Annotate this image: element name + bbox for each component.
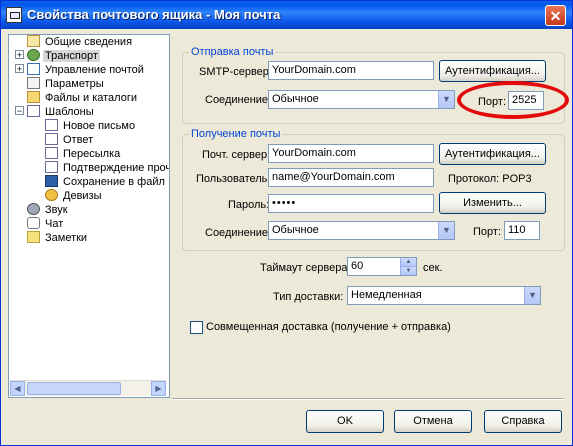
tree-item-save-to-file[interactable]: Сохранение в файл bbox=[45, 175, 167, 189]
tree-horizontal-scrollbar[interactable]: ◀ ▶ bbox=[10, 380, 166, 396]
window-title: Свойства почтового ящика - Моя почта bbox=[27, 7, 281, 22]
receive-auth-button[interactable]: Аутентификация... bbox=[439, 143, 546, 165]
chat-icon bbox=[27, 217, 40, 229]
receive-port-label: Порт: bbox=[473, 226, 501, 238]
send-connection-label: Соединение: bbox=[205, 94, 272, 106]
mailbox-icon bbox=[6, 7, 22, 23]
close-button[interactable]: ✕ bbox=[545, 5, 566, 26]
tree-item-transport[interactable]: Транспорт bbox=[27, 49, 100, 63]
smtp-server-input[interactable]: YourDomain.com bbox=[268, 61, 434, 80]
spin-down-icon[interactable]: ▼ bbox=[401, 266, 416, 275]
folder-icon bbox=[27, 91, 40, 103]
timeout-value: 60 bbox=[351, 260, 364, 272]
document-icon bbox=[45, 119, 58, 131]
document-icon bbox=[45, 147, 58, 159]
receive-group-title: Получение почты bbox=[189, 128, 283, 140]
title-bar[interactable]: Свойства почтового ящика - Моя почта ✕ bbox=[1, 1, 572, 29]
tree-item-notes[interactable]: Заметки bbox=[27, 231, 89, 245]
tree-item-reply[interactable]: Ответ bbox=[45, 133, 95, 147]
delivery-type-select[interactable]: Немедленная ▼ bbox=[347, 286, 541, 305]
document-icon bbox=[45, 161, 58, 173]
user-input[interactable]: name@YourDomain.com bbox=[268, 168, 434, 187]
ok-button[interactable]: OK bbox=[306, 410, 384, 433]
receive-connection-label: Соединение: bbox=[205, 227, 272, 239]
tree-item-parameters[interactable]: Параметры bbox=[27, 77, 106, 91]
receive-connection-value: Обычное bbox=[272, 224, 319, 236]
parameters-icon bbox=[27, 77, 40, 89]
tree-item-chat[interactable]: Чат bbox=[27, 217, 65, 231]
notes-icon bbox=[27, 231, 40, 243]
spin-up-icon[interactable]: ▲ bbox=[401, 258, 416, 266]
tree-item-sound[interactable]: Звук bbox=[27, 203, 70, 217]
password-label: Пароль: bbox=[228, 199, 270, 211]
chevron-down-icon[interactable]: ▼ bbox=[438, 91, 454, 108]
save-icon bbox=[45, 175, 58, 187]
tree-item-general[interactable]: Общие сведения bbox=[27, 35, 134, 49]
protocol-label: Протокол: POP3 bbox=[448, 173, 532, 185]
send-connection-select[interactable]: Обычное ▼ bbox=[268, 90, 455, 109]
document-icon bbox=[45, 133, 58, 145]
mail-server-label: Почт. сервер: bbox=[202, 149, 271, 161]
scroll-thumb[interactable] bbox=[27, 382, 121, 395]
cancel-button[interactable]: Отмена bbox=[394, 410, 472, 433]
scroll-right-icon[interactable]: ▶ bbox=[151, 381, 166, 396]
settings-tree[interactable]: + + − Общие сведения Транспорт Управлени… bbox=[8, 34, 170, 398]
user-label: Пользователь: bbox=[196, 173, 271, 185]
expand-transport-icon[interactable]: + bbox=[15, 50, 24, 60]
expand-mail-management-icon[interactable]: + bbox=[15, 64, 24, 74]
receive-connection-select[interactable]: Обычное ▼ bbox=[268, 221, 455, 240]
tree-item-templates[interactable]: Шаблоны bbox=[27, 105, 96, 119]
mail-server-input[interactable]: YourDomain.com bbox=[268, 144, 434, 163]
collapse-templates-icon[interactable]: − bbox=[15, 106, 24, 116]
tree-item-mottos[interactable]: Девизы bbox=[45, 189, 104, 203]
change-password-button[interactable]: Изменить... bbox=[439, 192, 546, 214]
delivery-type-label: Тип доставки: bbox=[273, 291, 344, 303]
smtp-server-label: SMTP-сервер: bbox=[199, 66, 272, 78]
templates-icon bbox=[27, 105, 40, 117]
delivery-type-value: Немедленная bbox=[351, 289, 422, 301]
tree-item-files-folders[interactable]: Файлы и каталоги bbox=[27, 91, 139, 105]
tree-item-mail-management[interactable]: Управление почтой bbox=[27, 63, 146, 77]
mottos-icon bbox=[45, 189, 58, 201]
speaker-icon bbox=[27, 203, 40, 215]
tree-item-new-message[interactable]: Новое письмо bbox=[45, 119, 137, 133]
tree-item-forward[interactable]: Пересылка bbox=[45, 147, 122, 161]
protocol-value: POP3 bbox=[502, 173, 532, 185]
mail-management-icon bbox=[27, 63, 40, 75]
bottom-separator bbox=[172, 398, 564, 400]
timeout-spinner[interactable]: 60 ▲ ▼ bbox=[347, 257, 417, 276]
combined-delivery-label[interactable]: Совмещенная доставка (получение + отправ… bbox=[206, 321, 451, 333]
send-port-input[interactable]: 2525 bbox=[508, 91, 544, 110]
password-input[interactable]: ••••• bbox=[268, 194, 434, 213]
combined-delivery-checkbox[interactable] bbox=[190, 321, 203, 334]
transport-icon bbox=[27, 49, 40, 61]
receive-port-input[interactable]: 110 bbox=[504, 221, 540, 240]
send-auth-button[interactable]: Аутентификация... bbox=[439, 60, 546, 82]
send-port-label: Порт: bbox=[478, 96, 506, 108]
timeout-label: Таймаут сервера: bbox=[260, 262, 351, 274]
help-button[interactable]: Справка bbox=[484, 410, 562, 433]
chevron-down-icon[interactable]: ▼ bbox=[524, 287, 540, 304]
tree-item-read-confirmation[interactable]: Подтверждение прочт bbox=[45, 161, 169, 175]
send-group-title: Отправка почты bbox=[189, 46, 276, 58]
spinner-buttons[interactable]: ▲ ▼ bbox=[400, 258, 416, 275]
send-connection-value: Обычное bbox=[272, 93, 319, 105]
folder-icon bbox=[27, 35, 40, 47]
properties-dialog: Свойства почтового ящика - Моя почта ✕ +… bbox=[0, 0, 573, 446]
timeout-unit: сек. bbox=[423, 262, 443, 274]
chevron-down-icon[interactable]: ▼ bbox=[438, 222, 454, 239]
scroll-left-icon[interactable]: ◀ bbox=[10, 381, 25, 396]
